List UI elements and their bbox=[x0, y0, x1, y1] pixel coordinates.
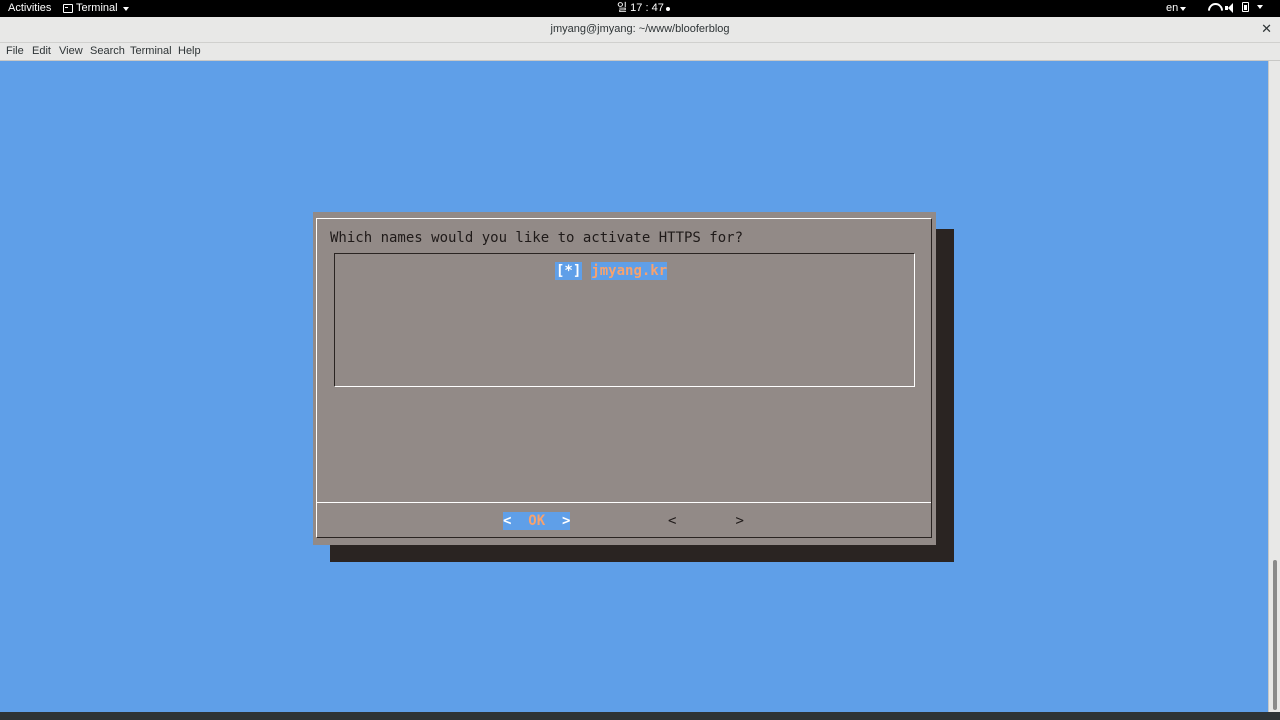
ok-button-right-bracket: > bbox=[545, 513, 571, 529]
gnome-top-bar: Activities Terminal 일 17 : 47 en bbox=[0, 0, 1280, 17]
cancel-button-left-bracket: < bbox=[668, 513, 677, 529]
language-label: en bbox=[1166, 2, 1179, 14]
ok-button-left-bracket: < bbox=[503, 513, 529, 529]
menu-search[interactable]: Search bbox=[90, 45, 125, 58]
menu-bar: File Edit View Search Terminal Help bbox=[0, 43, 1280, 61]
battery-icon bbox=[1242, 2, 1249, 12]
cancel-button[interactable]: < > bbox=[668, 512, 744, 530]
clock-button[interactable]: 일 17 : 47 bbox=[617, 2, 670, 15]
menu-edit[interactable]: Edit bbox=[32, 45, 51, 58]
chevron-down-icon bbox=[1180, 6, 1187, 11]
checklist-label: jmyang.kr bbox=[591, 262, 668, 280]
ok-button[interactable]: < OK > bbox=[503, 512, 571, 530]
cancel-button-right-bracket: > bbox=[735, 513, 744, 529]
activities-button[interactable]: Activities bbox=[8, 2, 51, 15]
dialog-button-separator bbox=[317, 502, 931, 503]
wifi-icon bbox=[1208, 3, 1219, 12]
app-menu-label: Terminal bbox=[76, 2, 118, 14]
checklist-checkbox[interactable]: [*] bbox=[555, 262, 583, 280]
clock-label: 일 17 : 47 bbox=[617, 2, 664, 14]
menu-terminal[interactable]: Terminal bbox=[130, 45, 172, 58]
window-bottom-edge bbox=[0, 712, 1280, 720]
chevron-down-icon bbox=[1257, 5, 1263, 9]
window-title: jmyang@jmyang: ~/www/blooferblog bbox=[550, 23, 730, 35]
cancel-button-label bbox=[676, 512, 735, 530]
terminal-icon bbox=[63, 4, 73, 13]
close-window-button[interactable]: ✕ bbox=[1261, 22, 1272, 36]
ok-button-label: OK bbox=[528, 513, 546, 529]
dialog-prompt: Which names would you like to activate H… bbox=[330, 230, 744, 246]
notification-dot-icon bbox=[665, 6, 670, 11]
app-menu-button[interactable]: Terminal bbox=[63, 2, 129, 15]
language-selector[interactable]: en bbox=[1166, 2, 1187, 15]
chevron-down-icon bbox=[122, 6, 129, 11]
scrollbar-thumb[interactable] bbox=[1273, 560, 1277, 710]
checklist-item[interactable]: [*] jmyang.kr bbox=[555, 262, 668, 280]
window-titlebar: jmyang@jmyang: ~/www/blooferblog ✕ bbox=[0, 17, 1280, 43]
menu-help[interactable]: Help bbox=[178, 45, 201, 58]
menu-view[interactable]: View bbox=[59, 45, 83, 58]
menu-file[interactable]: File bbox=[6, 45, 24, 58]
system-menu-button[interactable] bbox=[1208, 2, 1263, 13]
volume-icon bbox=[1225, 2, 1236, 13]
